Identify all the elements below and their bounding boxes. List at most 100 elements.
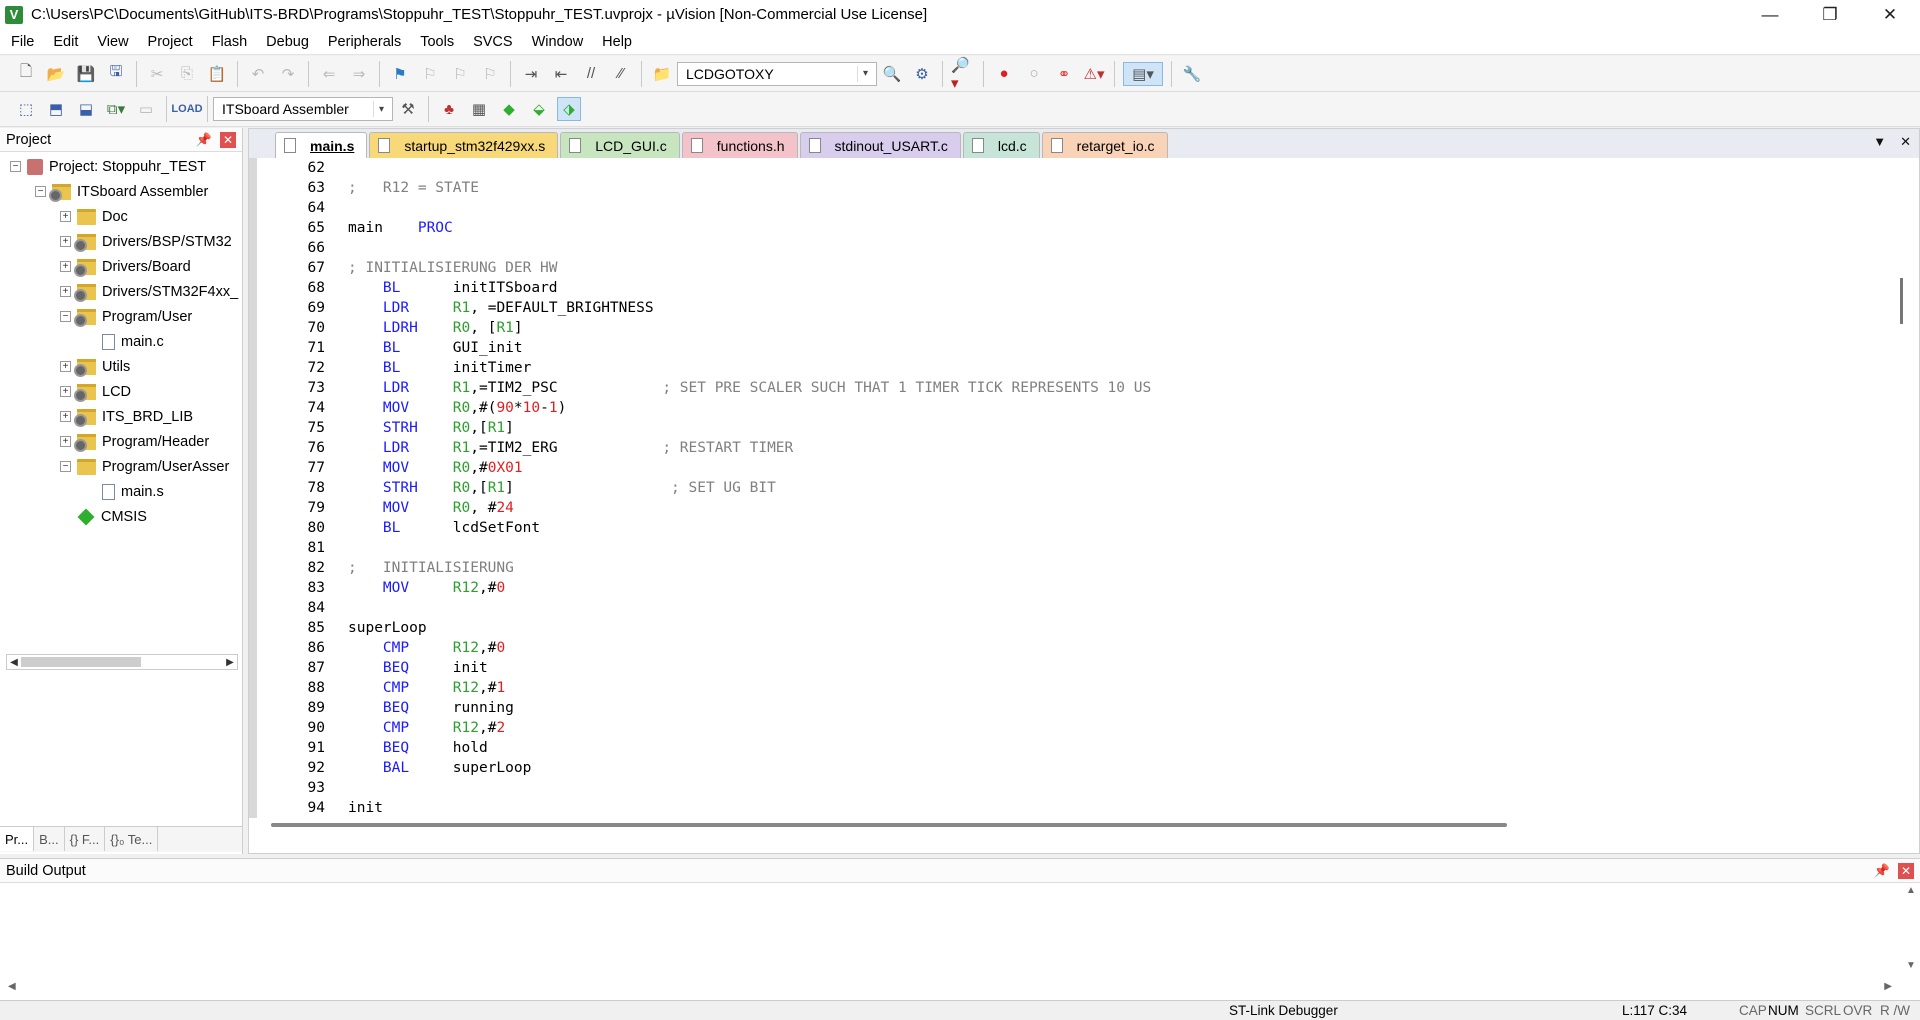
close-icon[interactable]: ✕ (220, 132, 236, 148)
editor-horizontal-scrollbar[interactable] (271, 823, 1507, 827)
next-bookmark-icon[interactable]: ⚐ (448, 62, 472, 86)
menu-svcs[interactable]: SVCS (462, 34, 521, 50)
kill-breakpoints-icon[interactable]: ⚠▾ (1082, 62, 1106, 86)
tab-list-chevron-icon[interactable]: ▼ (1873, 134, 1886, 150)
editor-tab[interactable]: retarget_io.c (1041, 132, 1168, 158)
tree-item[interactable]: + ITS_BRD_LIB (0, 404, 242, 429)
menu-view[interactable]: View (86, 34, 136, 50)
tree-item[interactable]: + Program/Header (0, 429, 242, 454)
build-output-horizontal-scrollbar[interactable]: ◀ ▶ (0, 977, 1900, 995)
editor-vertical-scrollbar[interactable] (1900, 278, 1903, 324)
panel-tab[interactable]: {}₀ Te... (105, 827, 159, 851)
save-all-icon[interactable]: 🖫 (104, 62, 128, 86)
tree-item[interactable]: − Project: Stoppuhr_TEST (0, 154, 242, 179)
panel-tab[interactable]: {} F... (65, 827, 106, 851)
scrollbar-thumb[interactable] (21, 657, 141, 667)
tree-item[interactable]: + Drivers/BSP/STM32 (0, 229, 242, 254)
collapse-icon[interactable]: − (35, 186, 46, 197)
save-icon[interactable]: 💾 (74, 62, 98, 86)
tree-item[interactable]: − Program/UserAsser (0, 454, 242, 479)
window-layout-icon[interactable]: ▤▾ (1123, 61, 1163, 86)
indent-icon[interactable]: ⇥ (519, 62, 543, 86)
menu-file[interactable]: File (0, 34, 42, 50)
editor-tab[interactable]: functions.h (681, 132, 798, 158)
comment-icon[interactable]: // (579, 62, 603, 86)
menu-tools[interactable]: Tools (409, 34, 462, 50)
build-output-text[interactable] (0, 883, 1900, 983)
chevron-down-icon[interactable]: ▾ (857, 65, 873, 82)
manage-project-items-icon[interactable]: ♣ (437, 97, 461, 121)
pin-icon[interactable]: 📌 (196, 132, 212, 148)
paste-icon[interactable]: 📋 (205, 62, 229, 86)
menu-help[interactable]: Help (591, 34, 640, 50)
pin-icon[interactable]: 📌 (1874, 863, 1890, 879)
close-icon[interactable]: ✕ (1898, 863, 1914, 879)
scroll-right-icon[interactable]: ▶ (1884, 981, 1892, 992)
build-icon[interactable]: ⬒ (44, 97, 68, 121)
previous-bookmark-icon[interactable]: ⚐ (418, 62, 442, 86)
insert-bookmark-icon[interactable]: ⚑ (388, 62, 412, 86)
expand-icon[interactable]: + (60, 236, 71, 247)
collapse-icon[interactable]: − (60, 311, 71, 322)
minimize-button[interactable]: — (1740, 0, 1800, 29)
navigate-forward-icon[interactable]: ⇒ (347, 62, 371, 86)
menu-peripherals[interactable]: Peripherals (317, 34, 409, 50)
editor-tab[interactable]: LCD_GUI.c (560, 132, 680, 158)
expand-icon[interactable]: + (60, 361, 71, 372)
rebuild-icon[interactable]: ⬓ (74, 97, 98, 121)
panel-tab[interactable]: Pr... (0, 827, 35, 851)
find-icon[interactable]: 🔍 (880, 62, 904, 86)
undo-icon[interactable]: ↶ (246, 62, 270, 86)
stop-build-icon[interactable]: ▭ (134, 97, 158, 121)
editor-tab[interactable]: startup_stm32f429xx.s (369, 132, 559, 158)
disable-breakpoints-icon[interactable]: ⚭ (1052, 62, 1076, 86)
expand-icon[interactable]: + (60, 411, 71, 422)
expand-icon[interactable]: + (60, 436, 71, 447)
tree-item[interactable]: − Program/User (0, 304, 242, 329)
collapse-icon[interactable]: − (10, 161, 21, 172)
tree-item[interactable]: − ITSboard Assembler (0, 179, 242, 204)
restore-button[interactable]: ❐ (1800, 0, 1860, 29)
chevron-down-icon[interactable]: ▾ (373, 101, 389, 117)
expand-icon[interactable]: + (60, 386, 71, 397)
configure-icon[interactable]: 🔧 (1180, 62, 1204, 86)
editor-tab[interactable]: lcd.c (962, 132, 1040, 158)
menu-window[interactable]: Window (521, 34, 592, 50)
unindent-icon[interactable]: ⇤ (549, 62, 573, 86)
scroll-down-icon[interactable]: ▼ (1902, 960, 1920, 971)
tree-item[interactable]: main.c (0, 329, 242, 354)
close-tab-icon[interactable]: ✕ (1900, 134, 1911, 150)
pack-installer-icon[interactable]: ⬗ (557, 97, 581, 121)
menu-debug[interactable]: Debug (255, 34, 317, 50)
translate-icon[interactable]: ⬚ (14, 97, 38, 121)
expand-icon[interactable]: + (60, 211, 71, 222)
expand-icon[interactable]: + (60, 261, 71, 272)
manage-run-time-environment-icon[interactable]: ◆ (497, 97, 521, 121)
scroll-left-icon[interactable]: ◀ (8, 981, 16, 992)
incremental-find-icon[interactable]: ⚙ (910, 62, 934, 86)
navigate-back-icon[interactable]: ⇐ (317, 62, 341, 86)
tree-item[interactable]: + Drivers/STM32F4xx_ (0, 279, 242, 304)
tree-item[interactable]: + Drivers/Board (0, 254, 242, 279)
enable-breakpoint-icon[interactable]: ○ (1022, 62, 1046, 86)
tree-item[interactable]: CMSIS (0, 504, 242, 529)
editor-tab[interactable]: main.s (275, 132, 368, 158)
tree-item[interactable]: + Utils (0, 354, 242, 379)
code-editor[interactable]: 62 63 ; R12 = STATE 64 65 main PROC 66 67 ; INIT… (249, 158, 1919, 818)
new-file-icon[interactable]: 🗋 (14, 62, 38, 86)
insert-breakpoint-icon[interactable]: ● (992, 62, 1016, 86)
scroll-up-icon[interactable]: ▲ (1902, 885, 1920, 896)
clear-bookmarks-icon[interactable]: ⚐ (478, 62, 502, 86)
open-file-icon[interactable]: 📂 (44, 62, 68, 86)
target-options-icon[interactable]: ⚒ (396, 97, 420, 121)
tree-item[interactable]: + LCD (0, 379, 242, 404)
uncomment-icon[interactable]: ⁄⁄ (609, 62, 633, 86)
manage-multi-project-icon[interactable]: ▦ (467, 97, 491, 121)
menu-project[interactable]: Project (137, 34, 201, 50)
editor-tab[interactable]: stdinout_USART.c (799, 132, 961, 158)
project-horizontal-scrollbar[interactable]: ◀ ▶ (6, 654, 238, 670)
debug-session-icon[interactable]: 🔎▾ (951, 57, 975, 92)
download-icon[interactable]: LOAD (171, 97, 202, 121)
close-window-button[interactable]: ✕ (1860, 0, 1920, 29)
copy-icon[interactable]: ⎘ (175, 62, 199, 86)
